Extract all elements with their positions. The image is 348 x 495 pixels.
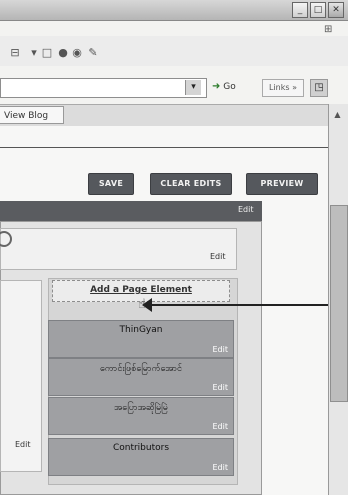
widget-myanmar-1[interactable]: ကောင်းဖြစ်မြောက်အောင် Edit: [48, 358, 234, 396]
scrollbar-thumb[interactable]: [330, 205, 348, 402]
divider-line: [0, 147, 328, 148]
extension-icon[interactable]: ◳: [310, 79, 328, 97]
go-label: Go: [223, 82, 236, 92]
close-button[interactable]: ✕: [328, 2, 344, 18]
layout-header-bar: [0, 201, 262, 221]
window-icon[interactable]: □: [40, 47, 54, 59]
blog-header-element[interactable]: [0, 228, 237, 270]
clear-edits-button[interactable]: CLEAR EDITS: [150, 173, 232, 195]
widget-title: Contributors: [112, 443, 170, 453]
widget-contributors[interactable]: Contributors Edit: [48, 438, 234, 476]
widget-edit-link[interactable]: Edit: [213, 422, 229, 431]
maximize-button[interactable]: □: [310, 2, 326, 18]
widget-edit-link[interactable]: Edit: [213, 463, 229, 472]
minimize-button[interactable]: _: [292, 2, 308, 18]
links-button[interactable]: Links »: [262, 79, 304, 97]
widget-title: ThinGyan: [119, 325, 163, 335]
messenger-icon[interactable]: ●: [56, 47, 70, 59]
header-box-edit-link[interactable]: Edit: [210, 252, 226, 261]
edit-icon[interactable]: ✎: [86, 47, 100, 59]
scroll-up-arrow-icon[interactable]: ▲: [331, 110, 344, 120]
address-bar[interactable]: [0, 78, 207, 98]
widget-title: ကောင်းဖြစ်မြောက်အောင်: [99, 364, 183, 374]
widget-title: အပြောအဆိုမြဲမြဲ: [114, 403, 168, 413]
widget-myanmar-2[interactable]: အပြောအဆိုမြဲမြဲ Edit: [48, 397, 234, 435]
windows-logo-icon: ⊞: [324, 24, 333, 35]
address-dropdown-icon[interactable]: ▾: [185, 80, 201, 95]
callout-arrow-line: [150, 304, 345, 306]
tab-view-blog[interactable]: View Blog: [0, 106, 64, 124]
widget-thingyan[interactable]: ThinGyan Edit: [48, 320, 234, 358]
research-icon[interactable]: ◉: [70, 47, 84, 59]
preview-button[interactable]: PREVIEW: [246, 173, 318, 195]
mouse-pointer-icon: ☝: [138, 297, 146, 312]
window-controls: _ □ ✕: [292, 2, 344, 18]
dropdown-icon[interactable]: ▾: [27, 47, 41, 59]
page-icon[interactable]: ⊟: [8, 47, 22, 59]
go-button[interactable]: ➜ Go: [212, 78, 240, 96]
layout-header-edit-link[interactable]: Edit: [238, 205, 254, 214]
widget-edit-link[interactable]: Edit: [213, 345, 229, 354]
widget-edit-link[interactable]: Edit: [213, 383, 229, 392]
main-column-edit-link[interactable]: Edit: [15, 440, 31, 449]
go-arrow-icon: ➜: [212, 81, 221, 92]
save-button[interactable]: SAVE: [88, 173, 134, 195]
